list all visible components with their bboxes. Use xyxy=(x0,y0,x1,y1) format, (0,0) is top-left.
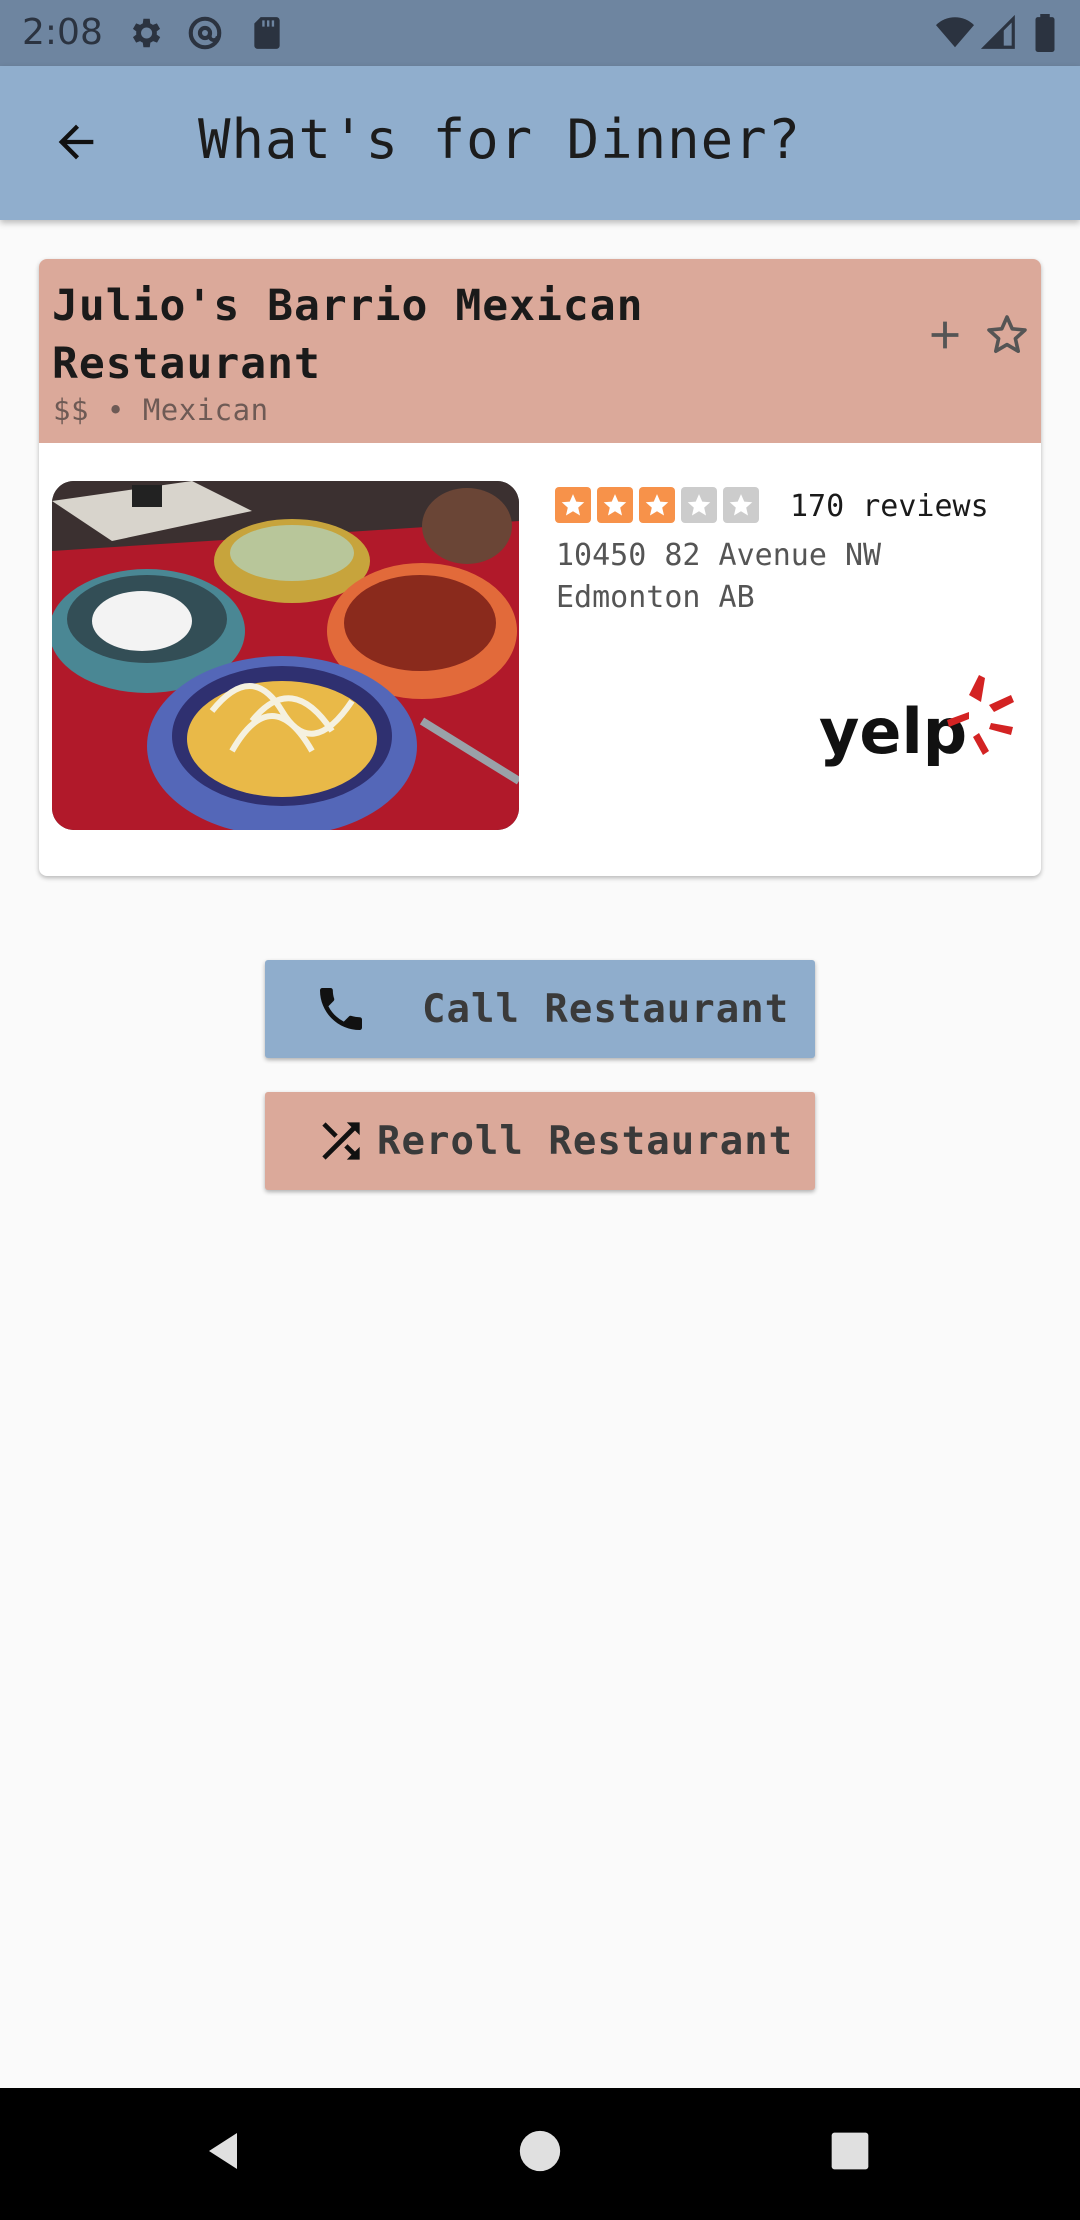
star-filled-icon xyxy=(555,487,591,523)
system-nav-bar xyxy=(0,2088,1080,2220)
star-filled-icon xyxy=(639,487,675,523)
status-bar: 2:08 xyxy=(0,0,1080,66)
review-count: 170 reviews xyxy=(790,489,989,524)
at-sign-icon xyxy=(186,14,224,52)
arrow-left-icon xyxy=(50,116,102,172)
yelp-logo-text: yelp xyxy=(819,695,967,768)
phone-icon xyxy=(311,979,371,1039)
shuffle-icon xyxy=(311,1111,371,1171)
signal-icon xyxy=(980,14,1018,52)
restaurant-name: Julio's Barrio Mexican Restaurant xyxy=(52,281,644,389)
card-header: Julio's Barrio Mexican Restaurant $$ • M… xyxy=(39,259,1041,443)
yelp-logo[interactable]: yelp xyxy=(819,675,1019,775)
address-line-2: Edmonton AB xyxy=(556,580,755,615)
star-rating xyxy=(555,487,759,523)
back-button[interactable] xyxy=(44,112,108,176)
wifi-icon xyxy=(934,14,974,52)
call-restaurant-label: Call Restaurant xyxy=(422,986,790,1032)
add-button[interactable] xyxy=(915,307,975,367)
category: Mexican xyxy=(142,393,269,427)
recents-square-icon xyxy=(828,2129,872,2177)
nav-back-button[interactable] xyxy=(190,2118,260,2188)
favorite-button[interactable] xyxy=(977,307,1037,367)
separator: • xyxy=(106,393,125,427)
app-bar: What's for Dinner? xyxy=(0,66,1080,220)
price-level: $$ xyxy=(53,393,89,427)
battery-icon xyxy=(1032,14,1058,53)
reroll-restaurant-button[interactable]: Reroll Restaurant xyxy=(265,1092,815,1190)
nav-home-button[interactable] xyxy=(505,2118,575,2188)
status-time: 2:08 xyxy=(22,12,103,53)
home-circle-icon xyxy=(518,2129,562,2177)
page-title: What's for Dinner? xyxy=(198,108,802,171)
back-triangle-icon xyxy=(201,2127,249,2179)
reroll-restaurant-label: Reroll Restaurant xyxy=(377,1118,794,1164)
star-filled-icon xyxy=(597,487,633,523)
plus-icon xyxy=(922,312,968,362)
restaurant-card[interactable]: Julio's Barrio Mexican Restaurant $$ • M… xyxy=(39,259,1041,876)
food-photo xyxy=(52,481,519,830)
call-restaurant-button[interactable]: Call Restaurant xyxy=(265,960,815,1058)
star-empty-icon xyxy=(681,487,717,523)
address-line-1: 10450 82 Avenue NW xyxy=(556,538,882,573)
restaurant-subtitle: $$ • Mexican xyxy=(53,393,269,427)
star-outline-icon xyxy=(983,311,1031,363)
sd-card-icon xyxy=(248,14,286,52)
star-empty-icon xyxy=(723,487,759,523)
settings-icon xyxy=(126,14,164,52)
restaurant-address: 10450 82 Avenue NW Edmonton AB xyxy=(556,535,881,619)
nav-recents-button[interactable] xyxy=(815,2118,885,2188)
